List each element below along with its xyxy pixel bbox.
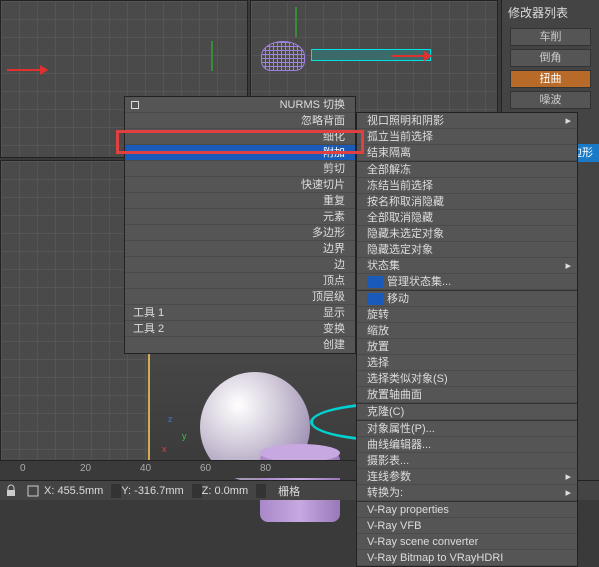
menu-item[interactable]: 选择 <box>357 355 577 371</box>
menu-item[interactable]: 摄影表... <box>357 453 577 469</box>
menu-item[interactable]: 隐藏选定对象 <box>357 242 577 258</box>
menu-item[interactable]: V-Ray VFB <box>357 518 577 534</box>
menu-item[interactable]: 选择类似对象(S) <box>357 371 577 387</box>
window-icon <box>367 293 383 305</box>
menu-item-create[interactable]: 创建 <box>125 337 355 353</box>
menu-item[interactable]: 克隆(C) <box>357 404 577 420</box>
menu-item[interactable]: 按名称取消隐藏 <box>357 194 577 210</box>
menu-item[interactable]: 连线参数 <box>357 469 577 485</box>
modifier-button[interactable]: 车削 <box>510 28 591 46</box>
menu-item[interactable]: 转换为: <box>357 485 577 501</box>
ruler-tick: 20 <box>80 463 91 474</box>
menu-item[interactable]: 忽略背面 <box>125 113 355 129</box>
window-icon <box>367 276 383 288</box>
menu-item[interactable]: 快速切片 <box>125 177 355 193</box>
menu-item[interactable]: 全部取消隐藏 <box>357 210 577 226</box>
menu-item[interactable]: 管理状态集... <box>357 274 577 290</box>
menu-item[interactable]: V-Ray properties <box>357 502 577 518</box>
modifier-button[interactable]: 倒角 <box>510 49 591 67</box>
modifier-button[interactable]: 噪波 <box>510 91 591 109</box>
selection-lock-icon[interactable] <box>26 484 40 498</box>
menu-item[interactable]: 顶层级 <box>125 289 355 305</box>
menu-item[interactable]: 结束隔离 <box>357 145 577 161</box>
coord-y: Y: -316.7mm <box>121 485 183 497</box>
grid-label: 栅格 <box>278 483 300 499</box>
menu-item[interactable]: 顶点 <box>125 273 355 289</box>
menu-item[interactable]: NURMS 切换 <box>125 97 355 113</box>
ruler-tick: 40 <box>140 463 151 474</box>
menu-item[interactable]: 状态集 <box>357 258 577 274</box>
axis-y <box>295 7 297 37</box>
ruler-tick: 80 <box>260 463 271 474</box>
coord-z: Z: 0.0mm <box>202 485 248 497</box>
object-wireframe-sphere[interactable] <box>261 41 305 71</box>
spinner-icon[interactable] <box>111 484 121 498</box>
menu-item[interactable]: 放置轴曲面 <box>357 387 577 403</box>
menu-item[interactable]: V-Ray Bitmap to VRayHDRI <box>357 550 577 566</box>
menu-item[interactable]: 重复 <box>125 193 355 209</box>
axis-gizmo: zyx <box>160 426 190 456</box>
spinner-icon[interactable] <box>256 484 266 498</box>
axis-y <box>211 41 213 71</box>
menu-item[interactable]: 多边形 <box>125 225 355 241</box>
menu-item[interactable]: 剪切 <box>125 161 355 177</box>
menu-item[interactable]: 放置 <box>357 339 577 355</box>
menu-item[interactable]: 对象属性(P)... <box>357 421 577 437</box>
axis-x-arrow <box>391 55 431 57</box>
menu-item[interactable]: 边界 <box>125 241 355 257</box>
menu-tool-row[interactable]: 工具 2变换 <box>125 321 355 337</box>
menu-item[interactable]: 元素 <box>125 209 355 225</box>
menu-item[interactable]: 视口照明和阴影 <box>357 113 577 129</box>
menu-item[interactable]: 冻结当前选择 <box>357 178 577 194</box>
ruler-tick: 0 <box>20 463 26 474</box>
menu-item[interactable]: 孤立当前选择 <box>357 129 577 145</box>
menu-tool-row[interactable]: 工具 1显示 <box>125 305 355 321</box>
menu-item[interactable]: 缩放 <box>357 323 577 339</box>
ruler-tick: 60 <box>200 463 211 474</box>
coord-x: X: 455.5mm <box>44 485 103 497</box>
menu-item[interactable]: 曲线编辑器... <box>357 437 577 453</box>
axis-x-arrow <box>7 69 47 71</box>
context-menu-right: 视口照明和阴影孤立当前选择结束隔离全部解冻冻结当前选择按名称取消隐藏全部取消隐藏… <box>356 112 578 567</box>
menu-item[interactable]: 旋转 <box>357 307 577 323</box>
spinner-icon[interactable] <box>192 484 202 498</box>
menu-item[interactable]: V-Ray scene converter <box>357 534 577 550</box>
menu-item[interactable]: 全部解冻 <box>357 162 577 178</box>
menu-item[interactable]: 边 <box>125 257 355 273</box>
modifier-button[interactable]: 扭曲 <box>510 70 591 88</box>
modifier-panel-title: 修改器列表 <box>502 0 599 25</box>
menu-item[interactable]: 细化 <box>125 129 355 145</box>
menu-item[interactable]: 隐藏未选定对象 <box>357 226 577 242</box>
lock-icon[interactable] <box>4 484 18 498</box>
context-menu-left: NURMS 切换忽略背面细化附加剪切快速切片重复元素多边形边界边顶点顶层级工具 … <box>124 96 356 354</box>
menu-item[interactable]: 附加 <box>125 145 355 161</box>
menu-item[interactable]: 移动 <box>357 291 577 307</box>
